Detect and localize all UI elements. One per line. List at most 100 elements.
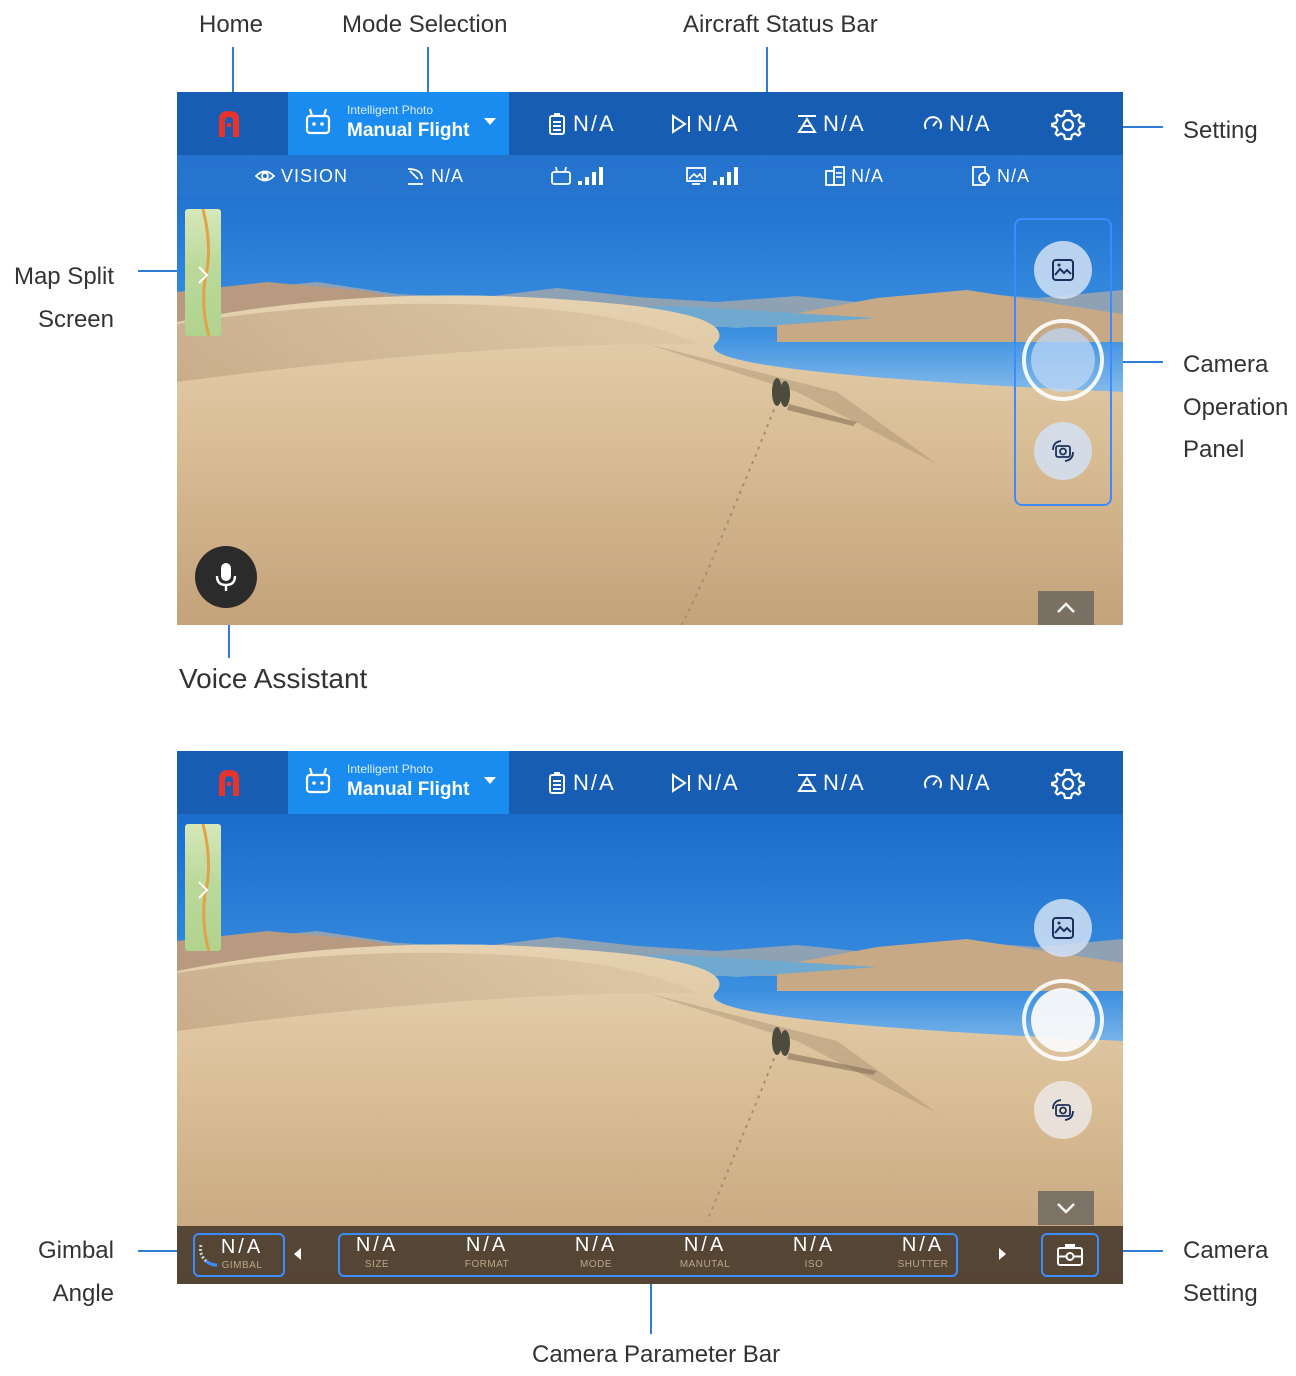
speed-status: N/A <box>923 769 992 797</box>
size-value[interactable]: N/A <box>332 1234 422 1257</box>
camera-setting-button[interactable] <box>1041 1233 1099 1277</box>
callout-camera-op-3: Panel <box>1183 436 1245 463</box>
home-icon[interactable] <box>217 768 241 796</box>
gallery-button[interactable] <box>1034 899 1092 957</box>
chevron-down-icon <box>484 118 496 125</box>
chevron-right-icon <box>198 266 209 284</box>
altitude-value: N/A <box>823 770 866 795</box>
switch-camera-icon <box>1052 440 1074 462</box>
callout-map-split-2: Screen <box>37 306 114 333</box>
collapse-panel-button[interactable] <box>1038 1191 1094 1225</box>
callout-gimbal-2: Angle <box>52 1280 114 1307</box>
gear-icon[interactable] <box>1051 108 1085 142</box>
parameter-list-box <box>338 1233 958 1277</box>
camera-parameter-bar: N/A GIMBAL N/A SIZE N/A FORMAT N/A MODE … <box>177 1226 1123 1284</box>
image-signal-status <box>686 165 740 187</box>
shutter-inner <box>1031 988 1095 1052</box>
distance-icon <box>672 773 690 793</box>
altitude-status: N/A <box>797 110 866 138</box>
mode-value[interactable]: N/A <box>551 1234 641 1257</box>
manual-value[interactable]: N/A <box>660 1234 750 1257</box>
chevron-up-icon <box>1057 602 1075 613</box>
app-screen-main: Intelligent Photo Manual Flight N/A N/A <box>177 92 1123 625</box>
signal-bars-icon <box>713 167 738 185</box>
callout-camera-setting-1: Camera <box>1183 1237 1269 1264</box>
app-screen-parameters: Intelligent Photo Manual Flight N/A N/A <box>177 751 1123 1284</box>
satellite-icon <box>407 168 423 185</box>
shutter-button[interactable] <box>1022 979 1104 1061</box>
aircraft-status-bar: Intelligent Photo Manual Flight N/A N/A <box>177 92 1123 155</box>
callout-aircraft-status-bar: Aircraft Status Bar <box>683 11 878 38</box>
gps-status: N/A <box>405 165 464 187</box>
battery-icon <box>549 772 565 794</box>
remote-controller-icon <box>305 108 331 135</box>
sd-card-icon <box>972 166 990 186</box>
callout-gimbal-1: Gimbal <box>37 1237 114 1264</box>
callout-param-line <box>650 1276 652 1334</box>
gimbal-label: GIMBAL <box>221 1260 263 1271</box>
speed-icon <box>924 775 942 789</box>
speed-value: N/A <box>949 770 992 795</box>
gallery-button[interactable] <box>1034 241 1092 299</box>
battery-status: N/A <box>547 110 616 138</box>
altitude-icon <box>797 115 817 133</box>
aircraft-status-bar: Intelligent Photo Manual Flight N/A N/A <box>177 751 1123 814</box>
format-value[interactable]: N/A <box>442 1234 532 1257</box>
size-label: SIZE <box>364 1259 390 1270</box>
battery-status: N/A <box>547 769 616 797</box>
shutter-button[interactable] <box>1022 319 1104 401</box>
camera-settings-icon <box>1057 1244 1083 1266</box>
scroll-left-icon[interactable] <box>294 1248 301 1260</box>
distance-value: N/A <box>697 111 740 136</box>
gimbal-value: N/A <box>220 1236 264 1258</box>
remote-battery-icon <box>825 166 845 186</box>
switch-photo-video-button[interactable] <box>1034 422 1092 480</box>
gimbal-angle-box[interactable]: N/A GIMBAL <box>193 1233 285 1277</box>
speed-status: N/A <box>923 110 992 138</box>
callout-mode-line <box>427 47 429 93</box>
map-split-screen[interactable] <box>185 209 221 336</box>
battery-icon <box>549 113 565 135</box>
mode-selection-button[interactable]: Intelligent Photo Manual Flight <box>288 92 509 155</box>
switch-photo-video-button[interactable] <box>1034 1081 1092 1139</box>
shutter-value[interactable]: N/A <box>878 1234 968 1257</box>
mode-title: Manual Flight <box>347 779 470 800</box>
distance-value: N/A <box>697 770 740 795</box>
callout-map-split-1: Map Split <box>13 263 114 290</box>
home-icon[interactable] <box>217 109 241 137</box>
camera-storage-status: N/A <box>971 165 1030 187</box>
mode-selection-button[interactable]: Intelligent Photo Manual Flight <box>288 751 509 814</box>
altitude-value: N/A <box>823 111 866 136</box>
iso-label: ISO <box>804 1259 824 1270</box>
map-split-screen[interactable] <box>185 824 221 951</box>
distance-status: N/A <box>671 769 740 797</box>
gear-icon[interactable] <box>1051 767 1085 801</box>
distance-icon <box>672 114 690 134</box>
rc-battery-value: N/A <box>851 165 885 186</box>
callout-setting: Setting <box>1183 117 1258 144</box>
chevron-right-icon <box>198 881 209 899</box>
camera-storage-value: N/A <box>997 165 1031 186</box>
voice-assistant-button[interactable] <box>195 546 257 608</box>
chevron-down-icon <box>484 777 496 784</box>
remote-controller-icon <box>305 767 331 794</box>
speed-value: N/A <box>949 111 992 136</box>
shutter-inner <box>1031 328 1095 392</box>
callout-voice-assistant: Voice Assistant <box>179 663 368 694</box>
speed-icon <box>924 116 942 130</box>
vision-label: VISION <box>281 165 349 186</box>
chevron-down-icon <box>1057 1203 1075 1214</box>
distance-status: N/A <box>671 110 740 138</box>
expand-panel-button[interactable] <box>1038 591 1094 625</box>
microphone-icon <box>215 563 237 591</box>
iso-value[interactable]: N/A <box>769 1234 859 1257</box>
scroll-right-icon[interactable] <box>999 1248 1006 1260</box>
mode-title: Manual Flight <box>347 120 470 141</box>
callout-camera-setting-2: Setting <box>1183 1280 1258 1307</box>
altitude-icon <box>797 774 817 792</box>
rc-battery-status: N/A <box>825 165 884 187</box>
mode-subtitle: Intelligent Photo <box>347 103 434 117</box>
callout-camera-parameter-bar: Camera Parameter Bar <box>532 1341 781 1368</box>
camera-live-view <box>177 751 1123 1284</box>
manual-label: MANUTAL <box>679 1259 731 1270</box>
